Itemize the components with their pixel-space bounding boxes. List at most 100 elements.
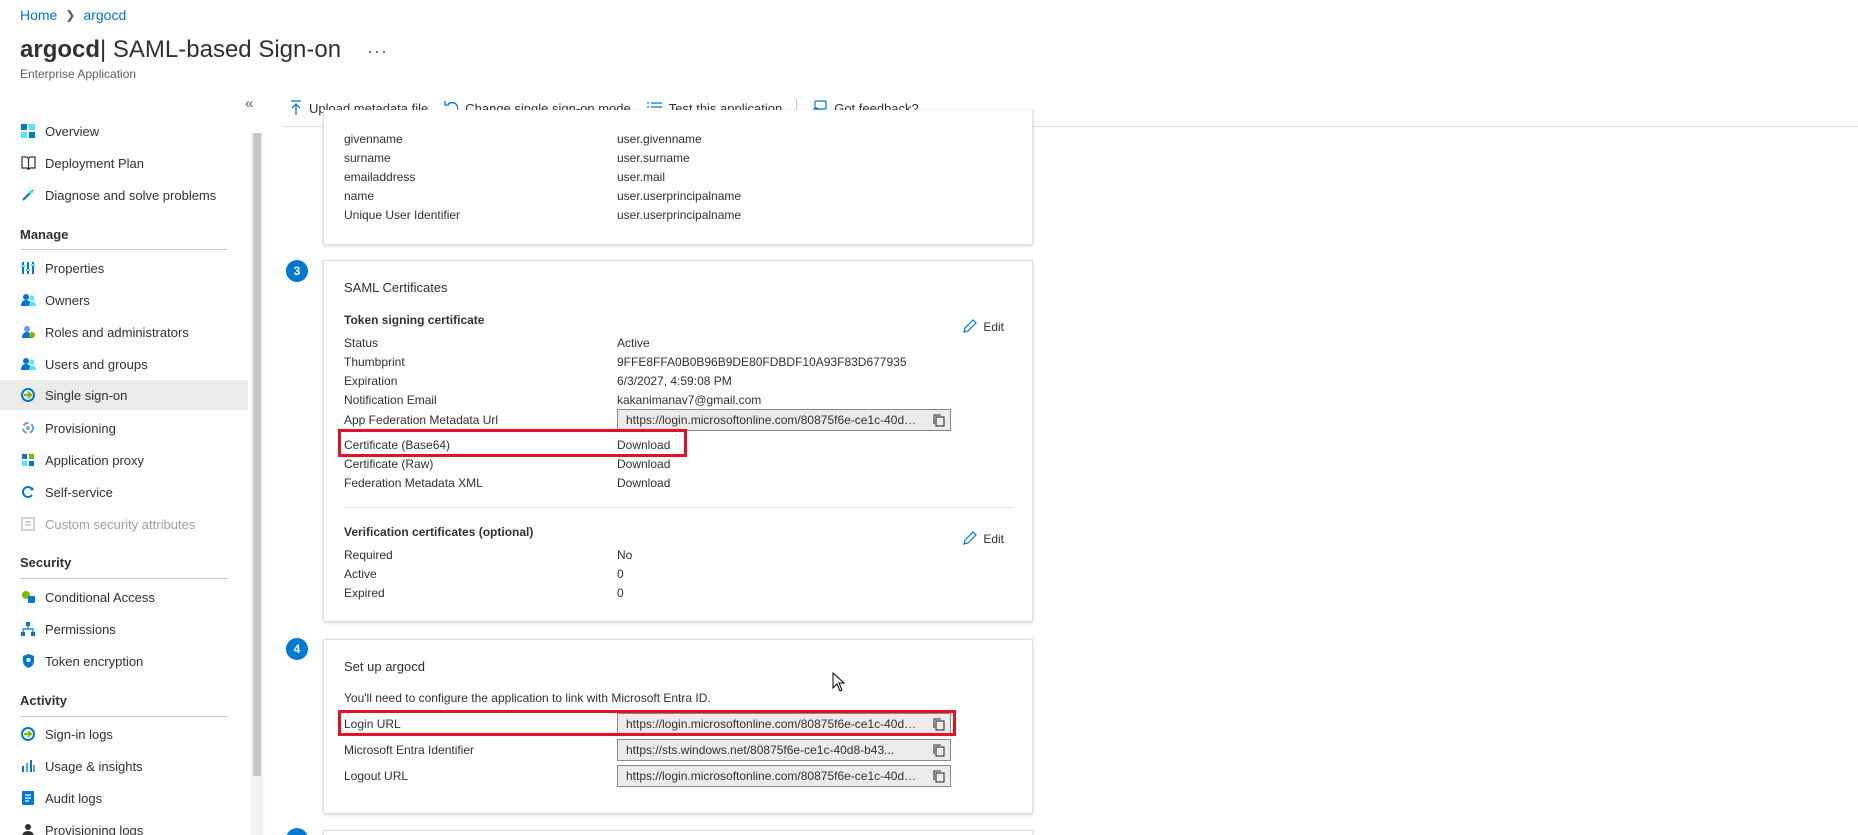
- field-label: Logout URL: [344, 769, 409, 783]
- sidebar-item-label: Roles and administrators: [45, 324, 189, 340]
- sidebar-item-custom-security-attributes[interactable]: Custom security attributes: [0, 509, 248, 539]
- field-label: Microsoft Entra Identifier: [344, 743, 475, 757]
- copy-icon[interactable]: [933, 770, 945, 783]
- download-federation-xml-link[interactable]: Download: [617, 476, 670, 490]
- page-title-app: argocd: [20, 36, 101, 63]
- cert-expiration-row: Expiration 6/3/2027, 4:59:08 PM: [344, 371, 1024, 390]
- sidebar-item-label: Audit logs: [45, 790, 103, 806]
- field-value: 6/3/2027, 4:59:08 PM: [617, 373, 732, 388]
- step-5-badge: [286, 828, 308, 835]
- roles-icon: [20, 324, 36, 340]
- entra-identifier-row: Microsoft Entra Identifier https://sts.w…: [344, 738, 1024, 762]
- next-section-card: [323, 830, 1033, 835]
- sidebar-item-single-sign-on[interactable]: Single sign-on: [0, 380, 248, 410]
- sidebar-item-label: Provisioning logs: [45, 822, 144, 835]
- sidebar-item-label: Single sign-on: [45, 387, 128, 403]
- claim-name: name: [344, 188, 375, 203]
- sidebar-item-label: Conditional Access: [45, 589, 155, 605]
- sidebar-item-roles[interactable]: Roles and administrators: [0, 317, 248, 347]
- claim-row: Unique User Identifier user.userprincipal…: [344, 205, 1024, 224]
- sidebar-item-provisioning-logs[interactable]: Provisioning logs: [0, 815, 248, 835]
- section-divider: [344, 507, 1014, 508]
- pencil-icon: [962, 319, 978, 334]
- sidebar-item-permissions[interactable]: Permissions: [0, 614, 248, 644]
- field-label: Federation Metadata XML: [344, 475, 483, 490]
- edit-verification-button[interactable]: Edit: [962, 531, 1004, 546]
- sidebar-item-usage-insights[interactable]: Usage & insights: [0, 751, 248, 781]
- field-label: Required: [344, 547, 393, 562]
- edit-label: Edit: [983, 319, 1004, 334]
- claim-value: user.userprincipalname: [617, 207, 742, 222]
- logout-url-row: Logout URL https://login.microsoftonline…: [344, 764, 1024, 788]
- section-divider: [20, 249, 228, 250]
- sign-in-icon: [20, 726, 36, 742]
- sidebar-item-sign-in-logs[interactable]: Sign-in logs: [0, 719, 248, 749]
- sidebar-item-provisioning[interactable]: Provisioning: [0, 413, 248, 443]
- logout-url-field[interactable]: https://login.microsoftonline.com/80875f…: [617, 765, 951, 787]
- field-label: Expiration: [344, 373, 398, 388]
- cert-status-row: Status Active: [344, 333, 1024, 352]
- verification-certs-title: Verification certificates (optional): [344, 525, 534, 539]
- copy-icon[interactable]: [933, 744, 945, 757]
- entra-identifier-field[interactable]: https://sts.windows.net/80875f6e-ce1c-40…: [617, 739, 951, 761]
- owners-icon: [20, 292, 36, 308]
- users-icon: [20, 356, 36, 372]
- card-title: SAML Certificates: [344, 280, 448, 295]
- pencil-icon: [962, 531, 978, 546]
- sidebar-item-self-service[interactable]: Self-service: [0, 477, 248, 507]
- claim-value: user.givenname: [617, 131, 702, 146]
- sidebar-item-token-encryption[interactable]: Token encryption: [0, 646, 248, 676]
- sidebar-item-label: Provisioning: [45, 420, 116, 436]
- sidebar-item-deployment-plan[interactable]: Deployment Plan: [0, 148, 248, 178]
- edit-token-signing-button[interactable]: Edit: [962, 319, 1004, 334]
- audit-icon: [20, 790, 36, 806]
- metadata-url-value: https://login.microsoftonline.com/80875f…: [626, 413, 922, 427]
- claim-name: Unique User Identifier: [344, 207, 461, 222]
- claim-value: user.mail: [617, 169, 666, 184]
- page-title: argocd | SAML-based Sign-on ···: [20, 36, 388, 64]
- edit-label: Edit: [983, 531, 1004, 546]
- card-title: Set up argocd: [344, 659, 425, 674]
- claim-name: emailaddress: [344, 169, 416, 184]
- breadcrumb-argocd[interactable]: argocd: [83, 7, 126, 23]
- page-title-rest: | SAML-based Sign-on: [100, 36, 342, 63]
- claim-name: givenname: [344, 131, 403, 146]
- sidebar-item-diagnose[interactable]: Diagnose and solve problems: [0, 180, 248, 210]
- cert-thumbprint-row: Thumbprint 9FFE8FFA0B0B96B9DE80FDBDF10A93…: [344, 352, 1024, 371]
- claim-row: name user.userprincipalname: [344, 186, 1024, 205]
- copy-icon[interactable]: [933, 414, 945, 427]
- sidebar-item-label: Application proxy: [45, 452, 144, 468]
- sidebar-item-overview[interactable]: Overview: [0, 116, 248, 146]
- highlight-login-url: [338, 710, 956, 736]
- sidebar-item-label: Users and groups: [45, 356, 148, 372]
- sidebar-scrollbar-thumb[interactable]: [253, 133, 261, 776]
- field-value: 9FFE8FFA0B0B96B9DE80FDBDF10A93F83D677935: [617, 354, 907, 369]
- sidebar-item-application-proxy[interactable]: Application proxy: [0, 445, 248, 475]
- highlight-certificate-base64: [338, 429, 687, 457]
- sidebar-item-audit-logs[interactable]: Audit logs: [0, 783, 248, 813]
- cert-fedxml-row: Federation Metadata XML Download: [344, 473, 1024, 492]
- sidebar-item-label: Diagnose and solve problems: [45, 187, 217, 203]
- sidebar-item-label: Custom security attributes: [45, 516, 196, 532]
- sso-icon: [20, 387, 36, 403]
- metadata-url-field[interactable]: https://login.microsoftonline.com/80875f…: [617, 409, 951, 431]
- sidebar-item-label: Overview: [45, 123, 100, 139]
- field-value: kakanimanav7@gmail.com: [617, 392, 762, 407]
- field-label: Active: [344, 566, 377, 581]
- more-options-button[interactable]: ···: [367, 41, 388, 62]
- sidebar-item-label: Properties: [45, 260, 105, 276]
- sidebar-item-label: Deployment Plan: [45, 155, 144, 171]
- sidebar-item-users-groups[interactable]: Users and groups: [0, 349, 248, 379]
- wrench-icon: [20, 187, 36, 203]
- shield-icon: [20, 653, 36, 669]
- sidebar-item-conditional-access[interactable]: Conditional Access: [0, 582, 248, 612]
- download-raw-link[interactable]: Download: [617, 457, 670, 471]
- sidebar-item-label: Usage & insights: [45, 758, 143, 774]
- breadcrumb-home[interactable]: Home: [20, 7, 57, 23]
- sidebar-item-owners[interactable]: Owners: [0, 285, 248, 315]
- verif-required-row: Required No: [344, 545, 1024, 564]
- step-3-badge: 3: [286, 260, 308, 282]
- provisioning-icon: [20, 420, 36, 436]
- field-label: Thumbprint: [344, 354, 405, 369]
- sidebar-item-properties[interactable]: Properties: [0, 253, 248, 283]
